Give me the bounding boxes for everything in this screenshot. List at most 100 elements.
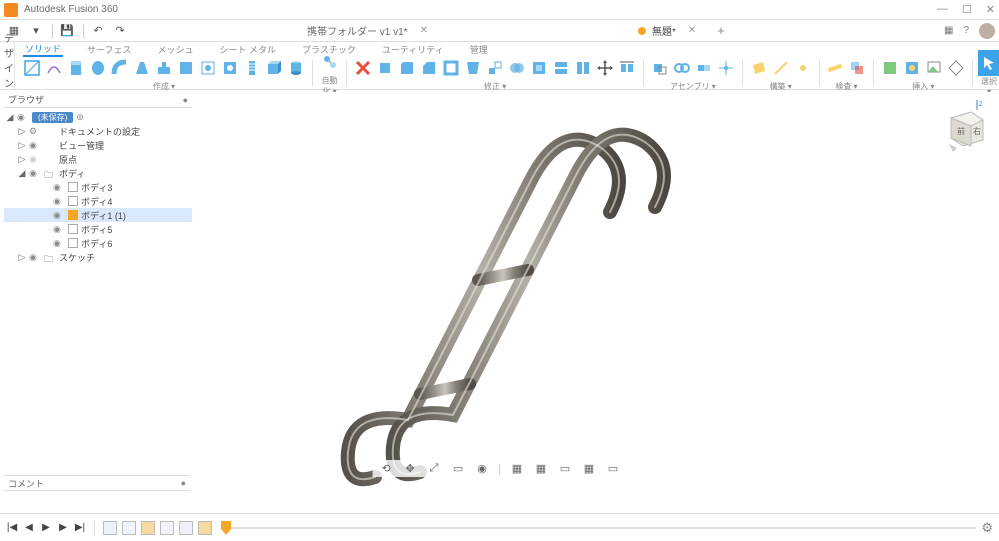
comment-panel-header[interactable]: コメント ● <box>4 475 190 491</box>
timeline-feature[interactable] <box>198 521 212 535</box>
as-built-joint-icon[interactable] <box>693 55 715 81</box>
pin-icon[interactable]: ● <box>181 478 186 488</box>
loft-icon[interactable] <box>131 55 153 81</box>
timeline-last-button[interactable]: ▶| <box>74 522 86 533</box>
plane-icon[interactable] <box>748 55 770 81</box>
split-face-icon[interactable] <box>550 55 572 81</box>
emboss-icon[interactable] <box>197 55 219 81</box>
visibility-eye-icon[interactable]: ◉ <box>29 168 41 179</box>
point-icon[interactable] <box>792 55 814 81</box>
workspace-switcher[interactable]: デザイン ▾ <box>4 42 15 89</box>
fit-icon[interactable]: ▭ <box>450 462 466 475</box>
press-pull-icon[interactable] <box>374 55 396 81</box>
new-tab-button[interactable]: + <box>717 23 725 38</box>
combine-icon[interactable] <box>506 55 528 81</box>
close-tab-icon[interactable]: ✕ <box>688 25 696 36</box>
close-tab-icon[interactable]: ✕ <box>420 25 428 36</box>
expand-caret-icon[interactable]: ▷ <box>18 126 26 137</box>
visibility-eye-icon[interactable]: ◉ <box>29 140 41 151</box>
delete-icon[interactable] <box>352 55 374 81</box>
chamfer-icon[interactable] <box>418 55 440 81</box>
shell-icon[interactable] <box>440 55 462 81</box>
scale-icon[interactable] <box>484 55 506 81</box>
decal-icon[interactable] <box>901 55 923 81</box>
tree-node-body[interactable]: ◉ボディ6 <box>4 236 192 250</box>
joint-icon[interactable] <box>671 55 693 81</box>
display-settings-icon[interactable]: ▦ <box>509 462 525 475</box>
grid-settings-icon[interactable]: ▦ <box>533 462 549 475</box>
fillet-icon[interactable] <box>396 55 418 81</box>
visibility-eye-icon[interactable]: ◉ <box>29 154 41 165</box>
replace-face-icon[interactable] <box>528 55 550 81</box>
extensions-button[interactable]: ▦ <box>944 25 953 36</box>
expand-caret-icon[interactable]: ◢ <box>18 168 26 179</box>
tree-node-origin[interactable]: ▷◉原点 <box>4 152 192 166</box>
move-icon[interactable] <box>594 55 616 81</box>
expand-caret-icon[interactable]: ▷ <box>18 252 26 263</box>
redo-button[interactable]: ↷ <box>110 22 130 40</box>
thread-icon[interactable] <box>241 55 263 81</box>
insert-mesh-icon[interactable] <box>945 55 967 81</box>
visibility-eye-icon[interactable]: ◉ <box>53 238 65 249</box>
insert-derive-icon[interactable] <box>879 55 901 81</box>
user-avatar[interactable] <box>979 23 995 39</box>
new-sketch-icon[interactable] <box>21 55 43 81</box>
automation-icon[interactable] <box>319 49 341 75</box>
look-at-icon[interactable]: ◉ <box>474 462 490 475</box>
tree-root[interactable]: ◢ ◉ (未保存) ⊚ <box>4 110 192 124</box>
timeline-feature[interactable] <box>122 521 136 535</box>
split-body-icon[interactable] <box>572 55 594 81</box>
render-settings-icon[interactable]: ▦ <box>581 462 597 475</box>
select-icon[interactable] <box>978 50 999 76</box>
tree-node-folder[interactable]: ◢◉🗀ボディ <box>4 166 192 180</box>
timeline-feature[interactable] <box>179 521 193 535</box>
tree-node-body[interactable]: ◉ボディ5 <box>4 222 192 236</box>
performance-icon[interactable]: ▭ <box>605 462 621 475</box>
rib-icon[interactable] <box>153 55 175 81</box>
zoom-icon[interactable]: ⤢ <box>426 462 442 475</box>
visibility-eye-icon[interactable]: ◉ <box>53 196 65 207</box>
pin-icon[interactable]: ● <box>183 95 188 105</box>
tree-node-views[interactable]: ▷◉ビュー管理 <box>4 138 192 152</box>
maximize-button[interactable]: ☐ <box>962 3 972 16</box>
extrude-icon[interactable] <box>65 55 87 81</box>
measure-icon[interactable] <box>824 55 846 81</box>
axis-icon[interactable] <box>770 55 792 81</box>
canvas-icon[interactable] <box>923 55 945 81</box>
save-button[interactable]: 💾 <box>57 22 77 40</box>
visibility-eye-icon[interactable]: ◉ <box>53 182 65 193</box>
tree-node-settings[interactable]: ▷⚙ドキュメントの設定 <box>4 124 192 138</box>
timeline-feature[interactable] <box>141 521 155 535</box>
tree-node-body[interactable]: ◉ボディ3 <box>4 180 192 194</box>
orbit-icon[interactable]: ⟲ <box>378 462 394 475</box>
visibility-eye-icon[interactable]: ◉ <box>29 252 41 263</box>
align-icon[interactable] <box>616 55 638 81</box>
timeline-feature[interactable] <box>103 521 117 535</box>
sweep-icon[interactable] <box>109 55 131 81</box>
tree-node-component[interactable]: ◉ボディ1 (1) <box>4 208 192 222</box>
web-icon[interactable] <box>175 55 197 81</box>
cylinder-icon[interactable] <box>285 55 307 81</box>
tree-node-body[interactable]: ◉ボディ4 <box>4 194 192 208</box>
hole-icon[interactable] <box>219 55 241 81</box>
minimize-button[interactable]: — <box>937 3 948 16</box>
file-menu-button[interactable]: ▾ <box>26 22 46 40</box>
visibility-eye-icon[interactable]: ◉ <box>53 210 65 221</box>
tree-node-folder[interactable]: ▷◉🗀スケッチ <box>4 250 192 264</box>
timeline-play-button[interactable]: ▶ <box>40 522 52 533</box>
new-component-icon[interactable] <box>649 55 671 81</box>
expand-caret-icon[interactable]: ▷ <box>18 140 26 151</box>
timeline-settings-icon[interactable]: ⚙ <box>981 520 993 536</box>
interference-icon[interactable] <box>846 55 868 81</box>
timeline-feature[interactable] <box>160 521 174 535</box>
timeline-first-button[interactable]: |◀ <box>6 522 18 533</box>
visibility-eye-icon[interactable]: ◉ <box>53 224 65 235</box>
joint-origin-icon[interactable] <box>715 55 737 81</box>
close-window-button[interactable]: ✕ <box>986 3 995 16</box>
timeline-prev-button[interactable]: ◀ <box>23 522 35 533</box>
timeline-next-button[interactable]: ▶ <box>57 522 69 533</box>
viewport-settings-icon[interactable]: ▭ <box>557 462 573 475</box>
draft-icon[interactable] <box>462 55 484 81</box>
document-tab[interactable]: 無題* ✕ <box>623 21 711 41</box>
timeline-track[interactable] <box>221 527 976 529</box>
